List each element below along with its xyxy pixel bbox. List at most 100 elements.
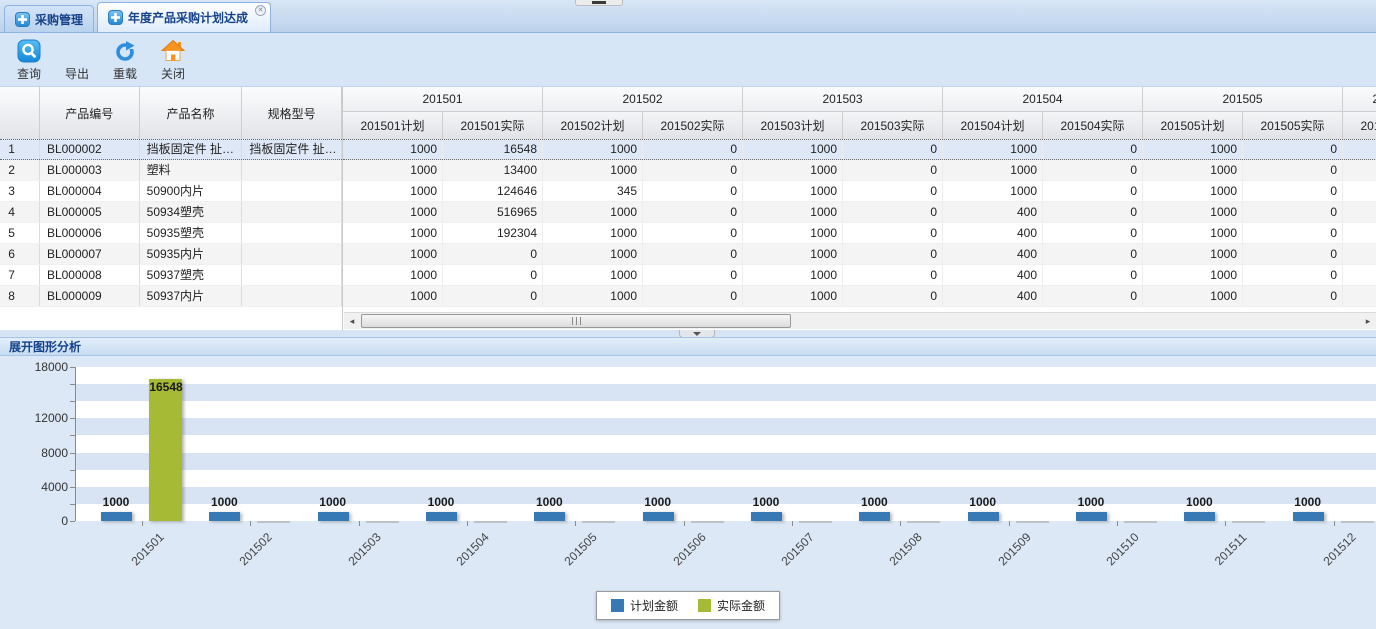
value-cell: 0	[843, 140, 943, 159]
grid-row[interactable]: 8BL00000950937内片	[0, 286, 342, 307]
x-axis-tick	[684, 521, 685, 526]
grid-row[interactable]: 100001000010000400010000	[343, 265, 1376, 286]
column-header-product-name[interactable]: 产品名称	[140, 87, 243, 139]
scrollbar-grip-icon	[572, 317, 581, 325]
y-axis-tick	[70, 453, 75, 454]
plan-bar-value-label: 1000	[1276, 495, 1340, 509]
grid-row[interactable]: 5BL00000650935塑壳	[0, 223, 342, 244]
grid-row[interactable]: 1BL000002挡板固定件 扯…挡板固定件 扯…	[0, 139, 342, 160]
x-axis-tick	[1334, 521, 1335, 526]
grid-subcolumn-header[interactable]: 201501实际	[443, 112, 543, 139]
value-cell: 1000	[343, 202, 443, 222]
value-cell: 0	[1243, 286, 1343, 306]
annual-procurement-plan-page: { "tabs": [ { "label": "采购管理" }, { "labe…	[0, 0, 1376, 629]
horizontal-scrollbar[interactable]: ◂ ▸	[344, 312, 1376, 329]
value-cell: 1000	[343, 244, 443, 264]
grid-subcolumn-header[interactable]: 201505实际	[1243, 112, 1343, 139]
grid-row[interactable]: 10001340010000100001000010000	[343, 160, 1376, 181]
y-axis-tick	[70, 470, 75, 471]
value-cell: 1000	[543, 223, 643, 243]
y-axis-label: 18000	[8, 360, 68, 374]
row-number-cell: 1	[0, 140, 40, 159]
value-cell: 0	[843, 223, 943, 243]
row-number-header[interactable]	[0, 87, 40, 139]
grid-row[interactable]: 3BL00000450900内片	[0, 181, 342, 202]
grid-row[interactable]: 10005169651000010000400010000	[343, 202, 1376, 223]
grid-subcolumn-header[interactable]: 201502计划	[543, 112, 643, 139]
x-axis-label: 201501	[107, 509, 188, 590]
grid-month-group-header[interactable]: 201503	[743, 87, 943, 112]
value-cell: 0	[1043, 286, 1143, 306]
grid-month-group-header[interactable]: 201504	[943, 87, 1143, 112]
tab-close-icon[interactable]: ✕	[255, 5, 266, 16]
grid-row[interactable]: 100001000010000400010000	[343, 286, 1376, 307]
close-button[interactable]: 关闭	[152, 37, 194, 82]
tab-annual-product-procurement-plan[interactable]: 年度产品采购计划达成 ✕	[97, 2, 271, 32]
value-cell: 1000	[743, 160, 843, 180]
grid-row[interactable]: 6BL00000750935内片	[0, 244, 342, 265]
scrollbar-thumb[interactable]	[361, 314, 791, 328]
reload-button[interactable]: 重载	[104, 37, 146, 82]
plan-bar	[101, 512, 132, 521]
y-axis-tick	[70, 504, 75, 505]
refresh-icon	[113, 37, 137, 64]
grid-month-group-header[interactable]: 201501	[343, 87, 543, 112]
window-plus-icon	[15, 12, 30, 27]
grid-subcolumn-header[interactable]: 201503实际	[843, 112, 943, 139]
product-name-cell: 50937内片	[140, 286, 243, 306]
x-axis-tick	[142, 521, 143, 526]
value-cell: 1000	[743, 286, 843, 306]
grid-row[interactable]: 10001246463450100001000010000	[343, 181, 1376, 202]
grid-month-group-header[interactable]: 201502	[543, 87, 743, 112]
grid-row[interactable]: 7BL00000850937塑壳	[0, 265, 342, 286]
grid-month-group-header[interactable]: 201505	[1143, 87, 1343, 112]
chart-plot-area: 1000165482015011000201502100020150310002…	[75, 367, 1375, 521]
grid-subcolumn-header[interactable]: 201503计划	[743, 112, 843, 139]
plot-band	[76, 435, 1376, 452]
y-axis-tick	[70, 401, 75, 402]
value-cell: 1000	[1143, 160, 1243, 180]
value-cell: 0	[443, 286, 543, 306]
y-axis-label: 0	[8, 514, 68, 528]
grid-subcolumn-header[interactable]: 201505计划	[1143, 112, 1243, 139]
grid-row[interactable]: 2BL000003塑料	[0, 160, 342, 181]
tab-bar: 采购管理 年度产品采购计划达成 ✕	[0, 0, 1376, 33]
scroll-right-arrow-icon[interactable]: ▸	[1360, 313, 1376, 330]
legend-item[interactable]: 计划金额	[611, 597, 678, 614]
scroll-left-arrow-icon[interactable]: ◂	[344, 313, 360, 330]
value-cell: 0	[443, 265, 543, 285]
grid-subcolumn-header[interactable]: 201506计划	[1343, 112, 1376, 139]
value-cell: 0	[843, 181, 943, 201]
plan-bar-value-label: 1000	[951, 495, 1015, 509]
grid-subcolumn-header[interactable]: 201502实际	[643, 112, 743, 139]
spec-model-cell	[242, 265, 342, 285]
value-cell: 1000	[743, 244, 843, 264]
north-panel-collapse-handle[interactable]	[575, 0, 623, 6]
chart-panel-header[interactable]: 展开图形分析	[0, 337, 1376, 356]
tab-procurement-management[interactable]: 采购管理	[4, 5, 94, 32]
y-axis-label: 8000	[8, 446, 68, 460]
grid-subcolumn-header-row: 201501计划201501实际201502计划201502实际201503计划…	[343, 112, 1376, 139]
column-header-product-code[interactable]: 产品编号	[40, 87, 140, 139]
export-button[interactable]: 导出	[56, 37, 98, 82]
value-cell: 0	[1043, 181, 1143, 201]
grid-subcolumn-header[interactable]: 201504计划	[943, 112, 1043, 139]
legend-item[interactable]: 实际金额	[698, 597, 765, 614]
x-axis-label: 201510	[1082, 509, 1163, 590]
legend-swatch	[611, 599, 624, 612]
column-header-spec-model[interactable]: 规格型号	[242, 87, 342, 139]
grid-row[interactable]: 100001000010000400010000	[343, 244, 1376, 265]
grid-subcolumn-header[interactable]: 201504实际	[1043, 112, 1143, 139]
grid-row[interactable]: 10001923041000010000400010000	[343, 223, 1376, 244]
plan-bar-value-label: 1000	[734, 495, 798, 509]
grid-subcolumn-header[interactable]: 201501计划	[343, 112, 443, 139]
query-button[interactable]: 查询	[8, 37, 50, 82]
value-cell: 1000	[943, 181, 1043, 201]
plan-bar-value-label: 1000	[192, 495, 256, 509]
grid-row[interactable]: 10001654810000100001000010000	[343, 139, 1376, 160]
value-cell: 0	[843, 244, 943, 264]
grid-month-group-header[interactable]: 201506	[1343, 87, 1376, 112]
value-cell	[1343, 244, 1376, 264]
plot-band	[76, 418, 1376, 435]
grid-row[interactable]: 4BL00000550934塑壳	[0, 202, 342, 223]
